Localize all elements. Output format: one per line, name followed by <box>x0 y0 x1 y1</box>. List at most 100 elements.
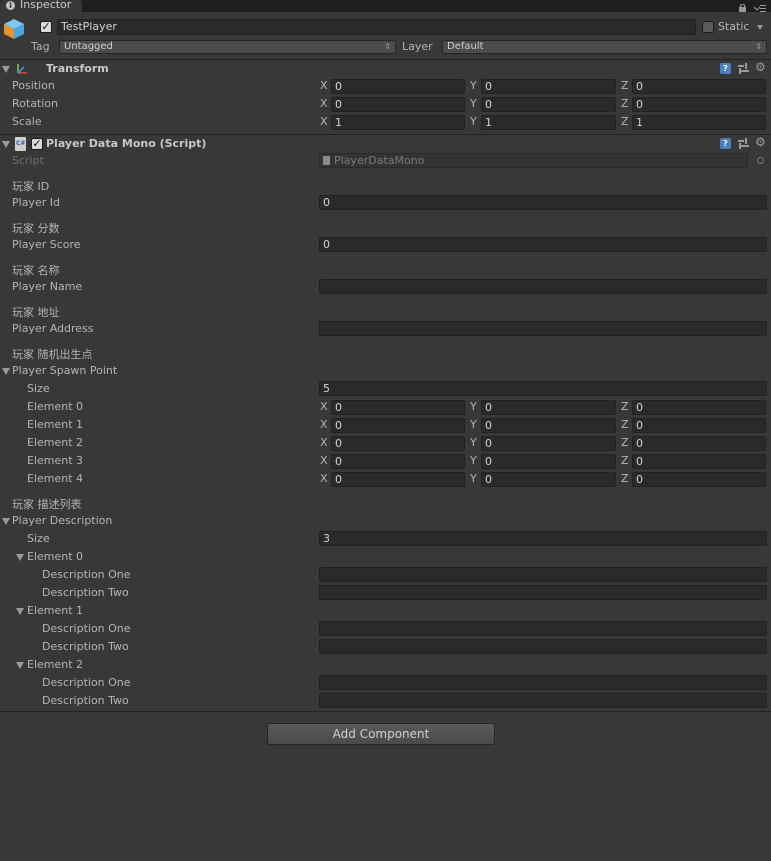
lock-icon[interactable] <box>739 2 746 12</box>
script-label: Script <box>12 154 44 167</box>
spawn-size-label: Size <box>27 382 50 395</box>
description-one-field[interactable] <box>319 675 767 690</box>
description-size-field[interactable]: 3 <box>319 531 767 546</box>
spawn-element-z-field[interactable]: 0 <box>632 454 766 469</box>
transform-foldout-icon[interactable] <box>2 66 10 73</box>
static-dropdown-icon[interactable] <box>757 25 763 30</box>
spawn-element-x-field[interactable]: 0 <box>331 436 465 451</box>
element-foldout-icon[interactable] <box>16 662 24 669</box>
gear-icon[interactable]: ⚙ <box>755 61 766 74</box>
static-checkbox[interactable] <box>702 21 714 33</box>
gear-icon[interactable]: ⚙ <box>755 136 766 149</box>
inspector-tab[interactable]: i Inspector <box>0 0 82 12</box>
active-checkbox[interactable]: ✓ <box>40 21 52 33</box>
description-element-label[interactable]: Element 1 <box>27 604 83 618</box>
spawn-element-label: Element 2 <box>27 436 84 449</box>
position-y-field[interactable]: 0 <box>481 79 616 94</box>
axis-y-label: Y <box>470 436 477 449</box>
tag-value: Untagged <box>64 41 113 52</box>
player-address-label: Player Address <box>12 322 94 335</box>
axis-z-label: Z <box>621 97 629 110</box>
spawn-element-x-field[interactable]: 0 <box>331 418 465 433</box>
separator <box>0 134 771 135</box>
updown-icon: ⇕ <box>384 42 391 51</box>
rotation-x-field[interactable]: 0 <box>331 97 465 112</box>
description-one-field[interactable] <box>319 621 767 636</box>
description-two-field[interactable] <box>319 693 767 708</box>
spawn-element-y-field[interactable]: 0 <box>481 418 616 433</box>
player-id-field[interactable]: 0 <box>319 195 767 210</box>
description-label[interactable]: Player Description <box>12 514 112 528</box>
axis-x-label: X <box>320 115 328 128</box>
layer-dropdown[interactable]: Default ⇕ <box>442 40 767 54</box>
position-x-field[interactable]: 0 <box>331 79 465 94</box>
scale-z-field[interactable]: 1 <box>632 115 766 130</box>
description-one-label: Description One <box>42 622 131 635</box>
tab-menu-icon[interactable] <box>753 2 766 12</box>
description-one-field[interactable] <box>319 567 767 582</box>
spawn-element-z-field[interactable]: 0 <box>632 472 766 487</box>
rotation-y-field[interactable]: 0 <box>481 97 616 112</box>
axis-z-label: Z <box>621 454 629 467</box>
player-score-field[interactable]: 0 <box>319 237 767 252</box>
tag-dropdown[interactable]: Untagged ⇕ <box>59 40 396 54</box>
preset-icon[interactable] <box>738 63 749 74</box>
layer-label: Layer <box>402 40 433 53</box>
axis-x-label: X <box>320 454 328 467</box>
info-icon: i <box>6 1 15 10</box>
spawn-point-label[interactable]: Player Spawn Point <box>12 364 117 378</box>
layer-value: Default <box>447 41 484 52</box>
spawn-element-z-field[interactable]: 0 <box>632 418 766 433</box>
rotation-z-field[interactable]: 0 <box>632 97 766 112</box>
spawn-size-field[interactable]: 5 <box>319 381 767 396</box>
script-field[interactable]: PlayerDataMono <box>319 153 748 168</box>
description-two-label: Description Two <box>42 640 129 653</box>
spawn-element-y-field[interactable]: 0 <box>481 436 616 451</box>
description-element-label[interactable]: Element 2 <box>27 658 83 672</box>
script-component-title: Player Data Mono (Script) <box>46 137 207 150</box>
spawn-element-z-field[interactable]: 0 <box>632 400 766 415</box>
description-element-label[interactable]: Element 0 <box>27 550 83 564</box>
scale-x-field[interactable]: 1 <box>331 115 465 130</box>
spawn-element-y-field[interactable]: 0 <box>481 400 616 415</box>
description-two-label: Description Two <box>42 586 129 599</box>
preset-icon[interactable] <box>738 138 749 149</box>
script-foldout-icon[interactable] <box>2 141 10 148</box>
scale-y-field[interactable]: 1 <box>481 115 616 130</box>
script-enabled-checkbox[interactable]: ✓ <box>31 138 43 150</box>
add-component-button[interactable]: Add Component <box>267 723 495 745</box>
help-icon[interactable]: ? <box>720 138 731 149</box>
description-header: 玩家 描述列表 <box>12 498 82 511</box>
element-foldout-icon[interactable] <box>16 608 24 615</box>
axis-x-label: X <box>320 418 328 431</box>
player-address-field[interactable] <box>319 321 767 336</box>
axis-z-label: Z <box>621 79 629 92</box>
spawn-element-z-field[interactable]: 0 <box>632 436 766 451</box>
spawn-point-foldout-icon[interactable] <box>2 368 10 375</box>
element-foldout-icon[interactable] <box>16 554 24 561</box>
scale-label: Scale <box>12 115 42 128</box>
updown-icon: ⇕ <box>755 42 762 51</box>
spawn-element-x-field[interactable]: 0 <box>331 454 465 469</box>
axis-z-label: Z <box>621 436 629 449</box>
description-foldout-icon[interactable] <box>2 518 10 525</box>
object-name-field[interactable]: TestPlayer <box>57 19 696 35</box>
spawn-element-y-field[interactable]: 0 <box>481 454 616 469</box>
axis-z-label: Z <box>621 400 629 413</box>
spawn-element-x-field[interactable]: 0 <box>331 472 465 487</box>
spawn-element-y-field[interactable]: 0 <box>481 472 616 487</box>
position-z-field[interactable]: 0 <box>632 79 766 94</box>
transform-title: Transform <box>46 62 109 75</box>
help-icon[interactable]: ? <box>720 63 731 74</box>
player-name-field[interactable] <box>319 279 767 294</box>
description-two-field[interactable] <box>319 639 767 654</box>
axis-x-label: X <box>320 400 328 413</box>
object-picker-icon[interactable] <box>757 157 764 164</box>
axis-y-label: Y <box>470 97 477 110</box>
gameobject-icon <box>3 18 25 40</box>
spawn-element-x-field[interactable]: 0 <box>331 400 465 415</box>
axis-x-label: X <box>320 97 328 110</box>
description-two-field[interactable] <box>319 585 767 600</box>
player-id-header: 玩家 ID <box>12 180 50 193</box>
spawn-element-label: Element 3 <box>27 454 84 467</box>
